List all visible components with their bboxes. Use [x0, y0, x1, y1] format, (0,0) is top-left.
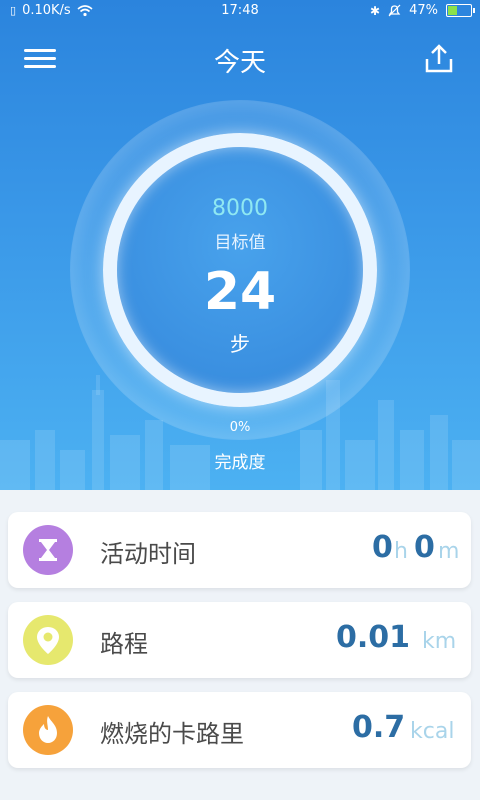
distance-unit: km	[422, 629, 457, 654]
completion-percent: 0%	[229, 420, 251, 435]
activity-time-card[interactable]: 活动时间 0 h 0 m	[8, 512, 471, 588]
share-icon	[425, 44, 453, 73]
top-bar: 今天	[0, 34, 480, 90]
activity-hours: 0	[372, 530, 393, 565]
hourglass-icon	[23, 525, 73, 575]
goal-value: 8000	[212, 196, 268, 221]
completion-label: 完成度	[214, 453, 266, 473]
distance-card[interactable]: 路程 0.01 km	[8, 602, 471, 678]
step-unit: 步	[230, 332, 250, 356]
battery-icon	[446, 4, 475, 17]
bluetooth-icon: ✱	[370, 3, 381, 18]
flame-icon	[23, 705, 73, 755]
calories-unit: kcal	[410, 719, 455, 744]
status-bar: ▯ 0.10K/s 17:48 ✱ 47%	[0, 0, 480, 24]
share-button[interactable]	[422, 42, 456, 76]
battery-percent: 47%	[409, 3, 438, 18]
calories-label: 燃烧的卡路里	[100, 720, 244, 748]
calories-card[interactable]: 燃烧的卡路里 0.7 kcal	[8, 692, 471, 768]
hero-panel: ▯ 0.10K/s 17:48 ✱ 47% 今天 8000 目标值 24 步 0…	[0, 0, 480, 490]
activity-hours-unit: h	[394, 539, 408, 564]
distance-value: 0.01	[336, 620, 411, 655]
activity-minutes: 0	[414, 530, 435, 565]
alarm-icon	[388, 4, 401, 17]
page-title: 今天	[213, 48, 266, 78]
step-count: 24	[203, 262, 277, 322]
location-pin-icon	[23, 615, 73, 665]
goal-label: 目标值	[214, 233, 266, 253]
activity-minutes-unit: m	[438, 539, 460, 564]
activity-time-label: 活动时间	[100, 540, 196, 568]
calories-value: 0.7	[352, 710, 406, 745]
distance-label: 路程	[100, 630, 148, 658]
